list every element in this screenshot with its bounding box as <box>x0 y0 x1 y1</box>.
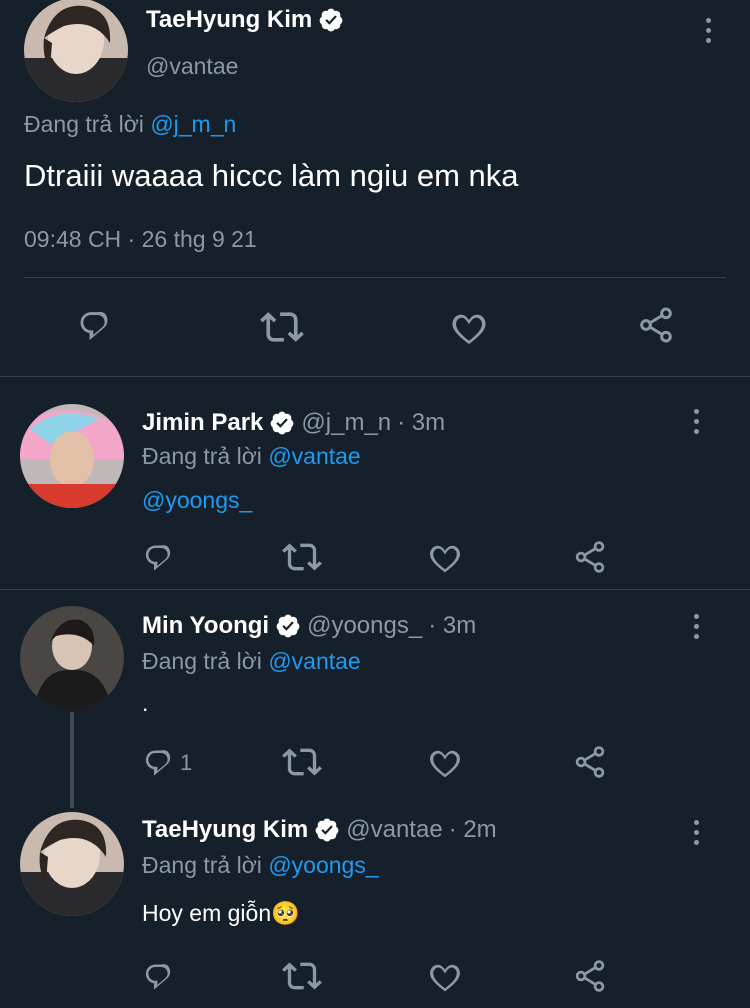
verified-icon <box>314 817 340 843</box>
author-handle[interactable]: @vantae <box>146 53 238 80</box>
verified-icon <box>275 613 301 639</box>
avatar[interactable] <box>20 812 124 916</box>
reply-header: Min Yoongi @yoongs_ · 3m <box>142 612 476 640</box>
tweet-text: Dtraiii waaaa hiccc làm ngiu em nka <box>24 158 519 193</box>
avatar[interactable] <box>20 606 124 710</box>
like-icon[interactable] <box>426 742 464 780</box>
avatar[interactable] <box>20 404 124 508</box>
replying-to-link[interactable]: @j_m_n <box>150 111 236 137</box>
more-icon[interactable] <box>704 18 712 43</box>
tweet-text: . <box>142 690 149 716</box>
replying-prefix: Đang trả lời <box>24 111 144 137</box>
reply-tweet[interactable]: Jimin Park @j_m_n · 3m Đang trả lời @van… <box>0 377 750 589</box>
verified-icon <box>269 410 295 436</box>
reply-time[interactable]: · 2m <box>449 816 497 844</box>
author-name[interactable]: Min Yoongi <box>142 612 269 640</box>
share-icon[interactable] <box>572 744 608 780</box>
avatar[interactable] <box>24 0 128 102</box>
more-icon[interactable] <box>692 820 700 845</box>
replying-to-line: Đang trả lời @yoongs_ <box>142 852 379 879</box>
replying-to-line: Đang trả lời @j_m_n <box>24 111 236 138</box>
reply-time[interactable]: · 3m <box>397 409 445 437</box>
tweet-text[interactable]: @yoongs_ <box>142 487 252 514</box>
more-icon[interactable] <box>692 614 700 639</box>
reply-icon[interactable] <box>140 539 176 575</box>
reply-time[interactable]: · 3m <box>428 612 476 640</box>
share-icon[interactable] <box>572 958 608 994</box>
verified-icon <box>318 7 344 33</box>
author-name-row[interactable]: TaeHyung Kim <box>146 6 344 34</box>
replying-to-line: Đang trả lời @vantae <box>142 443 361 470</box>
tweet-timestamp[interactable]: 09:48 CH · 26 thg 9 21 <box>24 226 257 253</box>
like-icon[interactable] <box>426 956 464 994</box>
author-name[interactable]: TaeHyung Kim <box>142 816 308 844</box>
replying-prefix: Đang trả lời <box>142 648 262 674</box>
replying-to-link[interactable]: @yoongs_ <box>268 852 378 878</box>
retweet-icon[interactable] <box>282 537 322 577</box>
replying-to-line: Đang trả lời @vantae <box>142 648 361 675</box>
reply-header: TaeHyung Kim @vantae · 2m <box>142 816 497 844</box>
like-icon[interactable] <box>426 537 464 575</box>
retweet-icon[interactable] <box>260 305 304 349</box>
like-icon[interactable] <box>448 305 490 347</box>
reply-count: 1 <box>180 750 193 775</box>
retweet-icon[interactable] <box>282 956 322 996</box>
more-icon[interactable] <box>692 409 700 434</box>
reply-tweet[interactable]: TaeHyung Kim @vantae · 2m Đang trả lời @… <box>0 800 750 1008</box>
replying-prefix: Đang trả lời <box>142 443 262 469</box>
share-icon[interactable] <box>636 305 676 345</box>
pleading-face-emoji: 🥺 <box>271 900 300 926</box>
replying-to-link[interactable]: @vantae <box>268 443 360 469</box>
reply-icon[interactable] <box>140 744 176 780</box>
tweet-text-row: Hoy em giỗn🥺 <box>142 900 300 927</box>
replying-to-link[interactable]: @vantae <box>268 648 360 674</box>
reply-tweet[interactable]: Min Yoongi @yoongs_ · 3m Đang trả lời @v… <box>0 590 750 800</box>
author-handle[interactable]: @vantae <box>346 816 442 844</box>
tweet-actions <box>0 305 750 349</box>
thread-line <box>70 712 74 808</box>
tweet-text: Hoy em giỗn <box>142 900 272 926</box>
reply-header: Jimin Park @j_m_n · 3m <box>142 409 445 437</box>
author-name[interactable]: Jimin Park <box>142 409 263 437</box>
share-icon[interactable] <box>572 539 608 575</box>
retweet-icon[interactable] <box>282 742 322 782</box>
replying-prefix: Đang trả lời <box>142 852 262 878</box>
main-tweet: TaeHyung Kim @vantae Đang trả lời @j_m_n… <box>0 0 750 377</box>
author-name[interactable]: TaeHyung Kim <box>146 6 312 34</box>
reply-icon[interactable] <box>74 305 114 345</box>
reply-icon[interactable] <box>140 958 176 994</box>
author-handle[interactable]: @j_m_n <box>301 409 391 437</box>
author-handle[interactable]: @yoongs_ <box>307 612 422 640</box>
divider <box>24 277 726 278</box>
